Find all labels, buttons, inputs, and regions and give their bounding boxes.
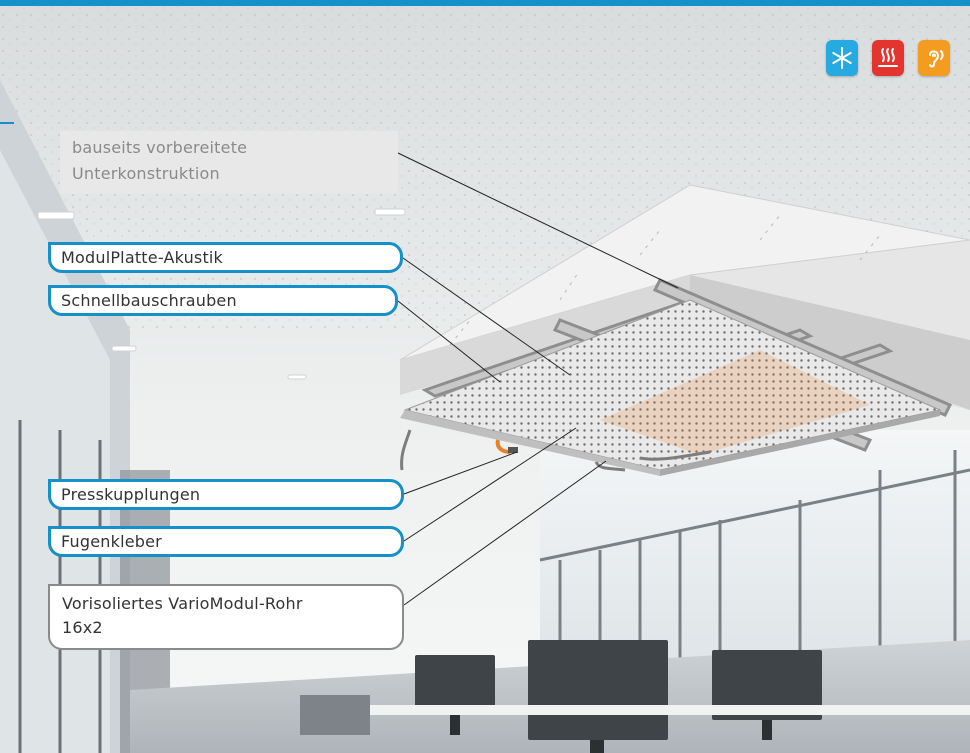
acoustic-icon [918, 40, 950, 76]
top-accent-rule [0, 0, 970, 6]
heating-icon [872, 40, 904, 76]
cooling-icon [826, 40, 858, 76]
callout-fugenkleber: Fugenkleber [48, 526, 404, 557]
product-illustration: bauseits vorbereitete Unterkonstruktion … [0, 0, 970, 753]
callout-variomodul-rohr-line1: Vorisoliertes VarioModul-Rohr [62, 594, 303, 613]
callout-schnellbauschrauben: Schnellbauschrauben [48, 285, 398, 316]
callout-modulplatte-akustik: ModulPlatte-Akustik [48, 242, 403, 273]
callout-variomodul-rohr-line2: 16x2 [62, 618, 103, 637]
callout-presskupplungen: Presskupplungen [48, 479, 404, 510]
callout-unterkonstruktion: bauseits vorbereitete Unterkonstruktion [60, 131, 398, 194]
callout-variomodul-rohr: Vorisoliertes VarioModul-Rohr 16x2 [48, 584, 404, 650]
side-accent-rule [0, 122, 14, 124]
